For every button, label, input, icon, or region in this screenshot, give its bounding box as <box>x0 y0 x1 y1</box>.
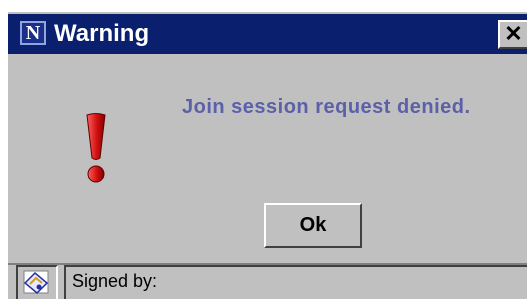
close-button[interactable]: ✕ <box>498 20 527 49</box>
status-icon-box[interactable] <box>16 265 58 299</box>
title-bar[interactable]: N Warning ✕ <box>8 14 527 54</box>
ok-button[interactable]: Ok <box>264 203 362 248</box>
exclamation-icon <box>86 113 106 183</box>
screen: N Warning ✕ Join session request denied.… <box>0 0 527 299</box>
window-title: Warning <box>54 20 150 47</box>
signed-certificate-icon <box>23 270 49 295</box>
close-icon: ✕ <box>504 21 523 46</box>
netscape-n-icon: N <box>20 21 46 45</box>
signed-by-label: Signed by: <box>72 271 158 291</box>
status-text-field: Signed by: <box>64 265 527 299</box>
message-text: Join session request denied. <box>182 96 471 118</box>
